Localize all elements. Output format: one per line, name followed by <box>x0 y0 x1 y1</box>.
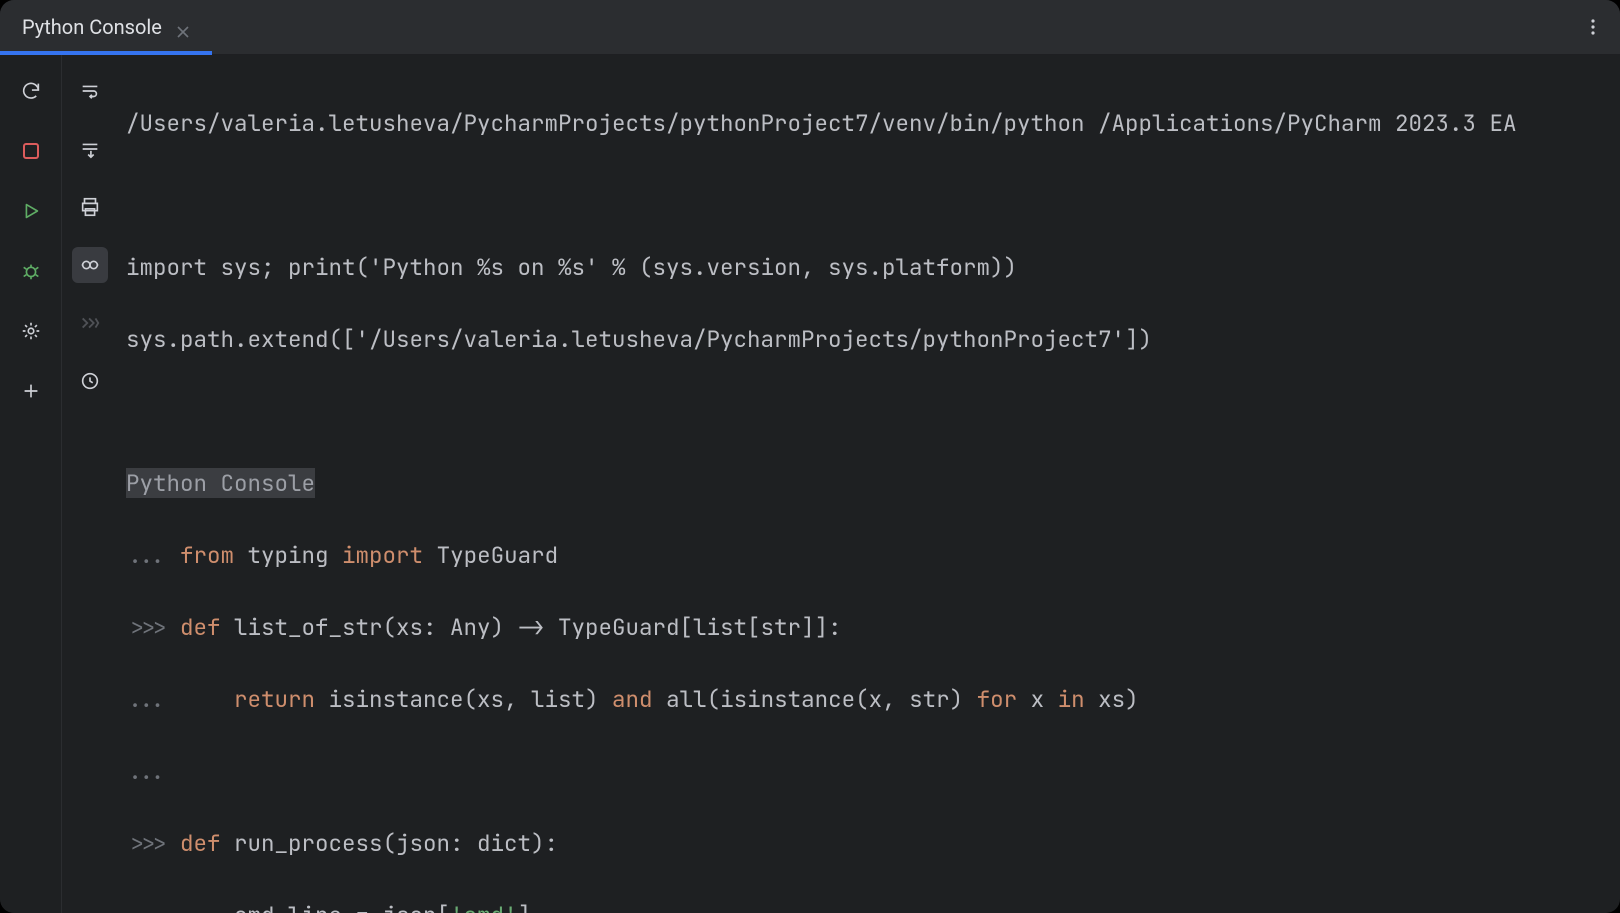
console-line <box>126 393 1612 429</box>
more-icon[interactable] <box>1565 0 1620 54</box>
console-line: ... cmd_line = json['cmd'] <box>126 897 1612 913</box>
tool-window-tabbar: Python Console <box>0 0 1620 55</box>
scroll-to-end-icon[interactable] <box>72 131 108 167</box>
console-line: sys.path.extend(['/Users/valeria.letushe… <box>126 321 1612 357</box>
console-line: >>> def list_of_str(xs: Any) -> TypeGuar… <box>126 609 1612 645</box>
stop-icon[interactable] <box>13 133 49 169</box>
history-icon[interactable] <box>72 363 108 399</box>
run-icon[interactable] <box>13 193 49 229</box>
python-console-panel: Python Console <box>0 0 1620 913</box>
soft-wrap-icon[interactable] <box>72 73 108 109</box>
console-line: >>> def run_process(json: dict): <box>126 825 1612 861</box>
console-line: ... <box>126 753 1612 789</box>
console-line: ... return isinstance(xs, list) and all(… <box>126 681 1612 717</box>
console-line: import sys; print('Python %s on %s' % (s… <box>126 249 1612 285</box>
console-toolbar <box>62 55 118 913</box>
console-line: /Users/valeria.letusheva/PycharmProjects… <box>126 105 1612 141</box>
console-output[interactable]: /Users/valeria.letusheva/PycharmProjects… <box>118 55 1620 913</box>
tab-python-console[interactable]: Python Console <box>0 0 212 54</box>
console-line: Python Console <box>126 465 1612 501</box>
close-icon[interactable] <box>176 20 190 34</box>
print-icon[interactable] <box>72 189 108 225</box>
add-icon[interactable] <box>13 373 49 409</box>
prompt-icon[interactable] <box>72 305 108 341</box>
show-vars-icon[interactable] <box>72 247 108 283</box>
console-line: ... from typing import TypeGuard <box>126 537 1612 573</box>
settings-icon[interactable] <box>13 313 49 349</box>
left-toolbar <box>0 55 62 913</box>
tab-label: Python Console <box>22 15 162 39</box>
rerun-icon[interactable] <box>13 73 49 109</box>
debug-icon[interactable] <box>13 253 49 289</box>
console-line <box>126 177 1612 213</box>
